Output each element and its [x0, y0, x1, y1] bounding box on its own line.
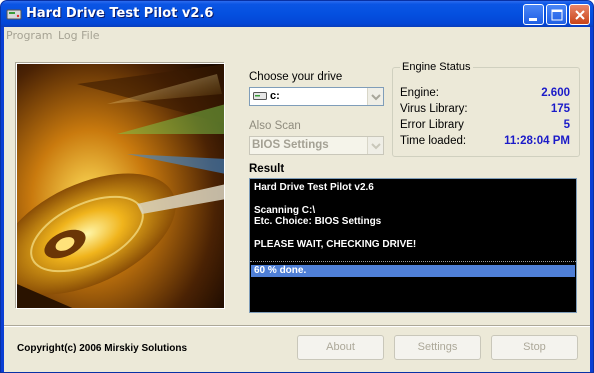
settings-button[interactable]: Settings	[394, 335, 481, 360]
time-loaded-label: Time loaded:	[400, 135, 467, 147]
drive-select[interactable]: c:	[249, 87, 384, 106]
hard-drive-image	[16, 63, 225, 309]
chevron-down-icon[interactable]	[367, 137, 383, 154]
result-line: Scanning C:\	[254, 205, 316, 216]
also-scan-select-value: BIOS Settings	[252, 139, 329, 151]
minimize-button[interactable]	[523, 4, 544, 25]
result-line: Hard Drive Test Pilot v2.6	[254, 182, 374, 193]
stop-button[interactable]: Stop	[491, 335, 578, 360]
result-line: PLEASE WAIT, CHECKING DRIVE!	[254, 239, 417, 250]
about-button[interactable]: About	[297, 335, 384, 360]
engine-value: 2.600	[541, 87, 570, 99]
error-library-label: Error Library	[400, 119, 464, 131]
virus-library-label: Virus Library:	[400, 103, 468, 115]
time-loaded-value: 11:28:04 PM	[504, 135, 570, 147]
result-log[interactable]: Hard Drive Test Pilot v2.6 Scanning C:\ …	[249, 178, 577, 313]
drive-icon	[253, 91, 267, 101]
progress-text: 60 % done.	[254, 265, 307, 276]
close-button[interactable]	[569, 4, 590, 25]
engine-status-title: Engine Status	[400, 61, 473, 73]
app-icon	[6, 6, 22, 22]
menu-program[interactable]: Program	[6, 29, 52, 42]
chevron-down-icon[interactable]	[367, 88, 383, 105]
engine-label: Engine:	[400, 87, 440, 99]
drive-label: Choose your drive	[249, 71, 343, 83]
drive-select-value: c:	[270, 90, 280, 102]
client-area: Program Log File Choose your drive c: Al…	[4, 27, 590, 372]
maximize-button[interactable]	[546, 4, 567, 25]
title-bar[interactable]: Hard Drive Test Pilot v2.6	[1, 1, 593, 27]
result-line: Etc. Choice: BIOS Settings	[254, 216, 382, 227]
result-divider	[250, 261, 576, 262]
result-label: Result	[249, 163, 285, 175]
also-scan-select[interactable]: BIOS Settings	[249, 136, 384, 155]
progress-line: 60 % done.	[251, 265, 575, 277]
app-window: Hard Drive Test Pilot v2.6 Program Log F…	[0, 0, 594, 373]
error-library-value: 5	[563, 119, 570, 131]
virus-library-value: 175	[550, 103, 570, 115]
copyright-text: Copyright(c) 2006 Mirskiy Solutions	[17, 343, 188, 354]
menu-bar: Program Log File	[4, 27, 590, 45]
also-scan-label: Also Scan	[249, 120, 301, 132]
menu-log-file[interactable]: Log File	[58, 29, 100, 42]
footer-divider	[4, 325, 590, 327]
window-title: Hard Drive Test Pilot v2.6	[26, 6, 214, 21]
